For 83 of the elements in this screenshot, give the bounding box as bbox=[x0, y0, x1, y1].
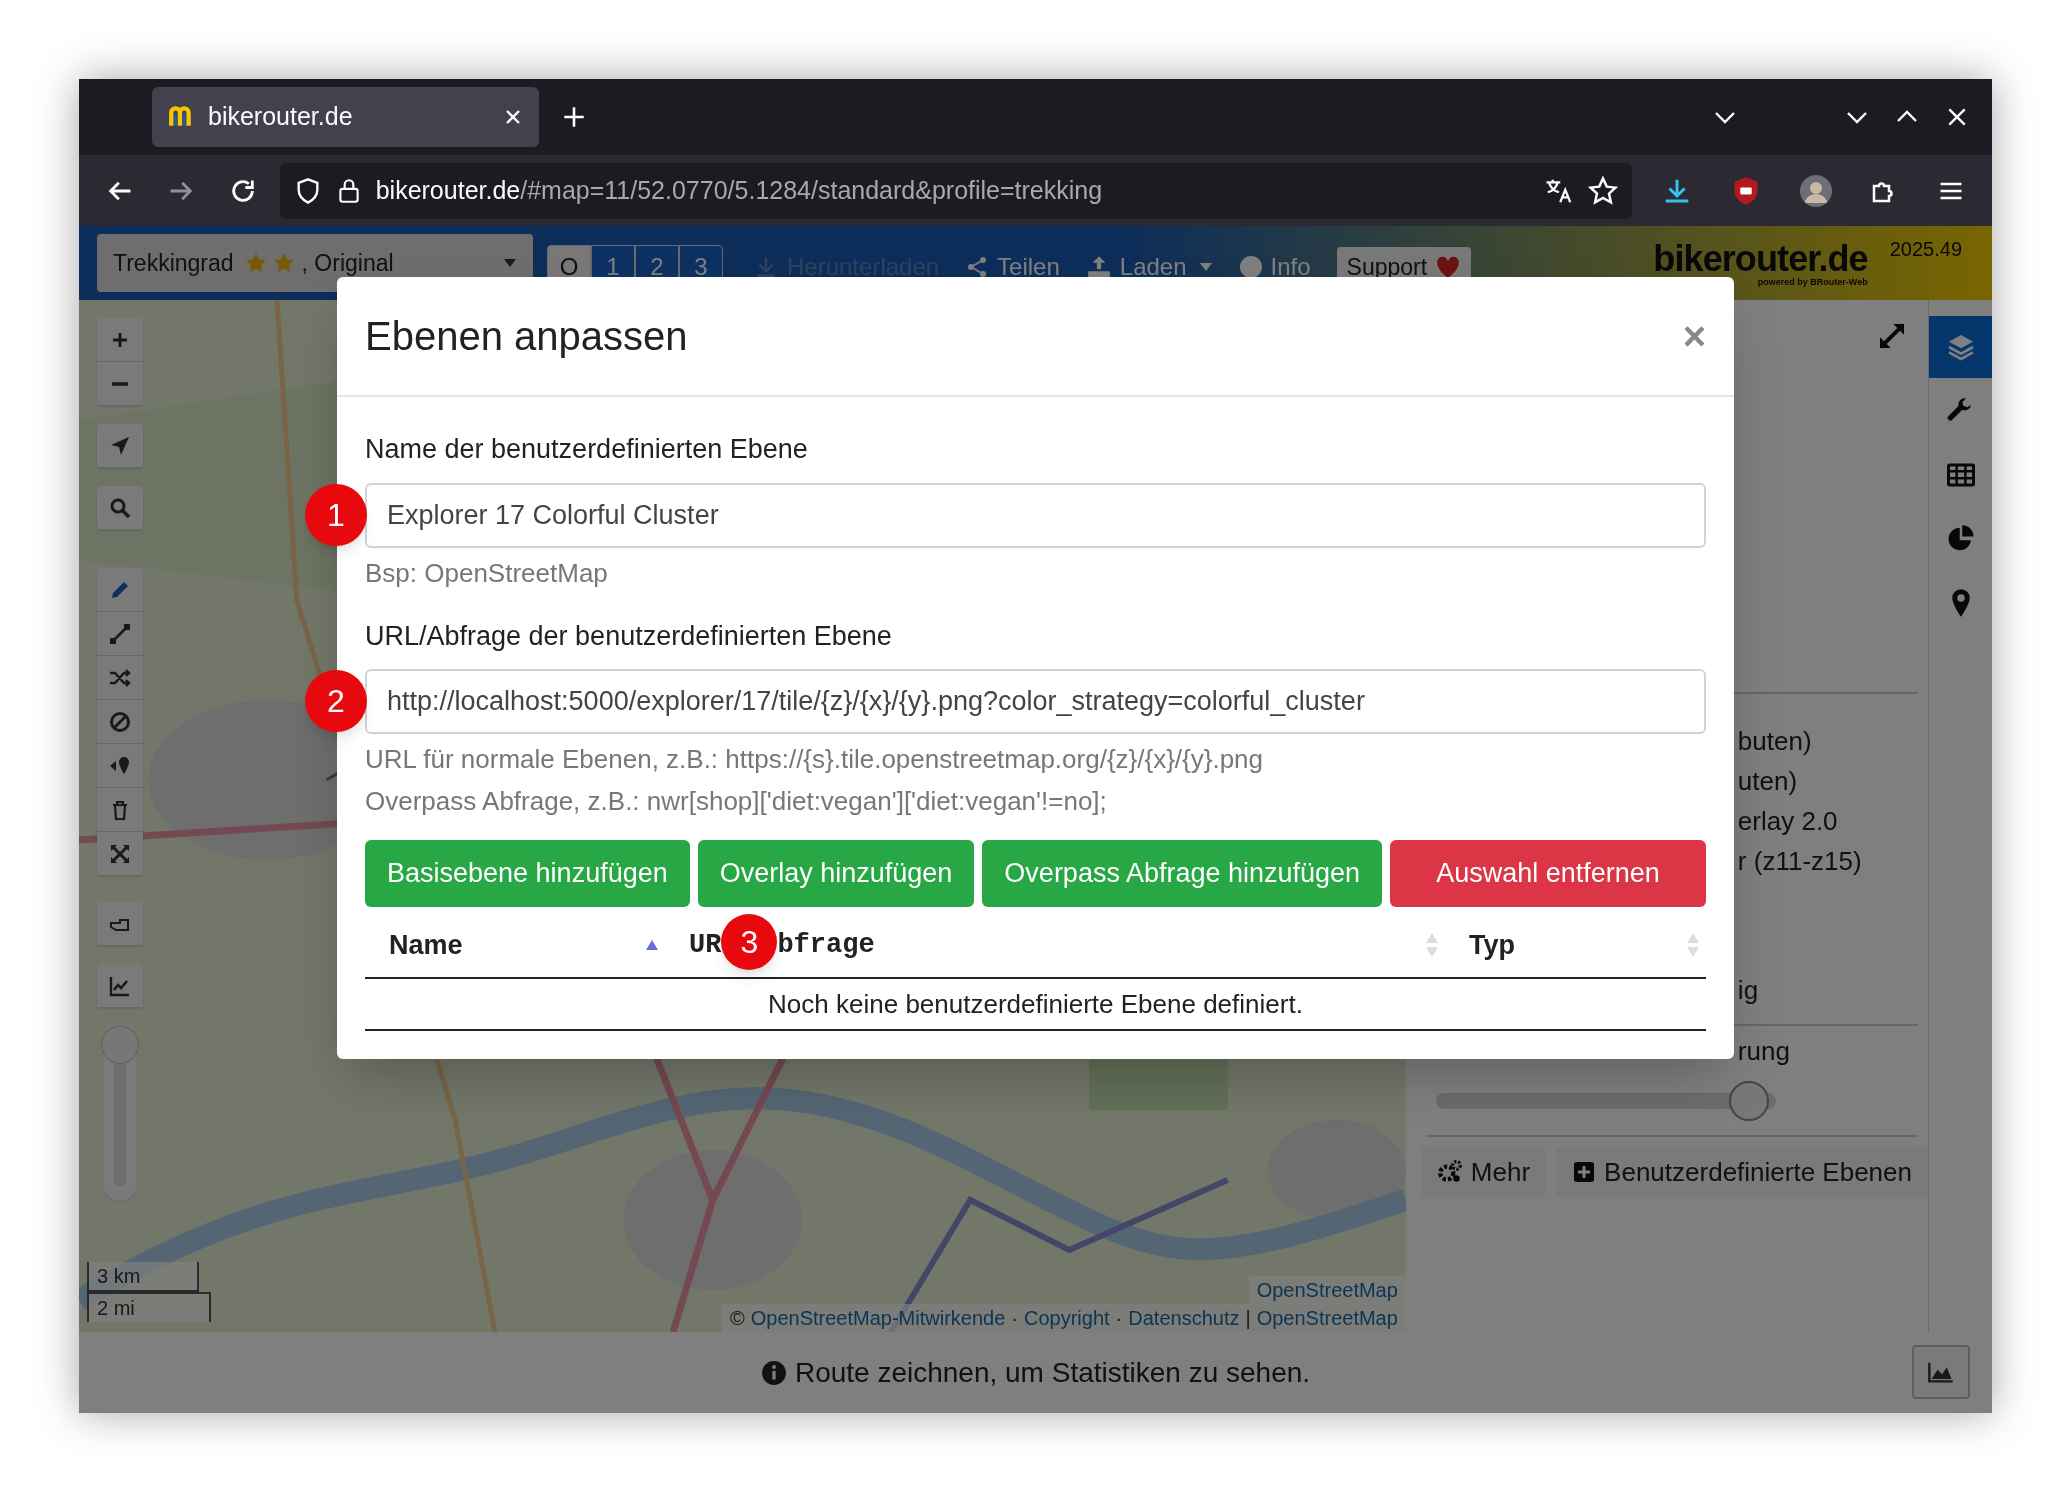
empty-table-message: Noch keine benutzerdefinierte Ebene definiert. bbox=[768, 987, 1303, 1021]
status-message: Route zeichnen, um Statistiken zu sehen. bbox=[794, 1355, 1311, 1390]
shuffle-button[interactable] bbox=[97, 656, 143, 700]
column-header-text: bfrage bbox=[777, 928, 875, 962]
zoom-slider[interactable] bbox=[103, 1026, 137, 1201]
area-chart-icon bbox=[1927, 1360, 1955, 1384]
star-outline-icon bbox=[1588, 175, 1619, 206]
dialog-button[interactable]: Overlay hinzufügen bbox=[697, 840, 975, 907]
layer-label: uten) bbox=[1737, 766, 1799, 797]
attribution-separator: © bbox=[730, 1306, 745, 1331]
step-marker: 3 bbox=[721, 914, 778, 970]
heart-icon bbox=[1435, 255, 1462, 279]
dialog-button[interactable]: Overpass Abfrage hinzufügen bbox=[982, 840, 1383, 907]
close-button[interactable]: × bbox=[1682, 316, 1706, 356]
no-go-area-button[interactable] bbox=[97, 700, 143, 744]
locate-button[interactable] bbox=[97, 424, 143, 468]
help-text: Overpass Abfrage, z.B.: nwr[shop]['diet:vegan']['diet:vegan'!=no]; bbox=[365, 785, 1108, 818]
toolbar-button[interactable]: Laden bbox=[1077, 245, 1221, 289]
attribution-separator: · bbox=[1011, 1306, 1018, 1331]
logo-tagline: powered by BRouter-Web bbox=[1757, 276, 1868, 290]
elevation-toggle-button[interactable] bbox=[1912, 1345, 1970, 1399]
shield-badge-icon bbox=[1732, 175, 1761, 206]
attribution-link[interactable]: OpenStreetMap-Mitwirkende bbox=[750, 1304, 1006, 1332]
logo-text: bikerouter.de bbox=[1653, 242, 1868, 277]
browser-tab[interactable]: bikerouter.de bbox=[152, 87, 539, 147]
attribution-link[interactable]: Datenschutz bbox=[1128, 1304, 1240, 1332]
star-icon bbox=[243, 251, 268, 275]
address-bar[interactable]: bikerouter.de/#map=11/52.0770/5.1284/standard&profile=trekking bbox=[279, 162, 1633, 219]
dialog-button[interactable]: Basisebene hinzufügen bbox=[365, 840, 690, 907]
caret-icon bbox=[1198, 262, 1213, 272]
attribution-separator: · bbox=[1115, 1306, 1123, 1331]
draw-route-button[interactable] bbox=[97, 568, 143, 612]
minus-icon bbox=[112, 381, 128, 386]
attribution-separator: | bbox=[1245, 1306, 1251, 1331]
fit-route-button[interactable] bbox=[97, 832, 143, 876]
scale-bar: 3 km bbox=[87, 1262, 199, 1292]
line-segment-icon bbox=[108, 621, 132, 646]
sidebar-button[interactable]: Mehr bbox=[1420, 1147, 1547, 1197]
plus-square-icon bbox=[1572, 1160, 1597, 1184]
text-field[interactable]: http://localhost:5000/explorer/17/tile/{z}/{x}/{y}.png?color_strategy=colorful_cluster bbox=[365, 669, 1706, 734]
search-button[interactable] bbox=[97, 486, 143, 530]
layer-label: erlay 2.0 bbox=[1737, 806, 1839, 837]
zoom-in-button[interactable] bbox=[97, 318, 143, 362]
sidebar-tab[interactable] bbox=[1929, 316, 1992, 378]
caret-icon bbox=[503, 258, 517, 268]
version-label: 2025.49 bbox=[1889, 237, 1962, 262]
url-text: bikerouter.de/#map=11/52.0770/5.1284/standard&profile=trekking bbox=[375, 174, 1104, 206]
section-label: ig bbox=[1737, 975, 1759, 1005]
column-header[interactable]: Typ bbox=[1445, 913, 1706, 977]
column-header-text: Name bbox=[389, 928, 463, 962]
help-text: URL für normale Ebenen, z.B.: https://{s}.tile.openstreetmap.org/{z}/{x}/{y}.png bbox=[365, 743, 1265, 776]
elevation-chart-button[interactable] bbox=[97, 964, 143, 1008]
attribution-link[interactable]: OpenStreetMap bbox=[1256, 1304, 1398, 1332]
column-header[interactable]: Name bbox=[365, 913, 665, 977]
section-label: rung bbox=[1737, 1036, 1790, 1066]
plus-icon bbox=[561, 104, 587, 130]
field-label: Name der benutzerdefinierten Ebene bbox=[365, 433, 809, 466]
slider-thumb[interactable] bbox=[1728, 1081, 1769, 1121]
route-segment-button[interactable] bbox=[97, 612, 143, 656]
column-header[interactable]: UR 3 bfrage bbox=[665, 913, 1445, 977]
scale-bar: 2 mi bbox=[87, 1292, 211, 1322]
column-header-text: UR bbox=[689, 928, 722, 962]
dialog-button[interactable]: Auswahl entfernen bbox=[1390, 840, 1706, 907]
toolbar-button[interactable]: Teilen bbox=[957, 245, 1068, 289]
dialog-title: Ebenen anpassen bbox=[365, 313, 688, 360]
star-icon bbox=[271, 251, 296, 275]
reverse-route-button[interactable] bbox=[97, 744, 143, 788]
zoom-out-button[interactable] bbox=[97, 362, 143, 406]
field-label: URL/Abfrage der benutzerdefinierten Ebene bbox=[365, 619, 893, 653]
ban-icon bbox=[108, 709, 132, 734]
attribution-link[interactable]: Copyright bbox=[1024, 1304, 1110, 1332]
help-text: Bsp: OpenStreetMap bbox=[365, 556, 609, 590]
sidebar-button[interactable]: Benutzerdefinierte Ebenen bbox=[1556, 1147, 1928, 1197]
delete-route-button[interactable] bbox=[97, 788, 143, 832]
layer-label: buten) bbox=[1737, 726, 1813, 757]
layer-label: r (z11-z15) bbox=[1737, 846, 1863, 877]
tab-title: bikerouter.de bbox=[208, 101, 354, 133]
column-header-text: Typ bbox=[1469, 928, 1515, 962]
attribution-link[interactable]: OpenStreetMap bbox=[1248, 1276, 1406, 1304]
text-field[interactable]: Explorer 17 Colorful Cluster bbox=[365, 482, 1706, 548]
toolbar-button[interactable]: Info bbox=[1230, 245, 1319, 289]
close-icon bbox=[1946, 106, 1968, 128]
avatar-icon bbox=[1800, 174, 1833, 207]
